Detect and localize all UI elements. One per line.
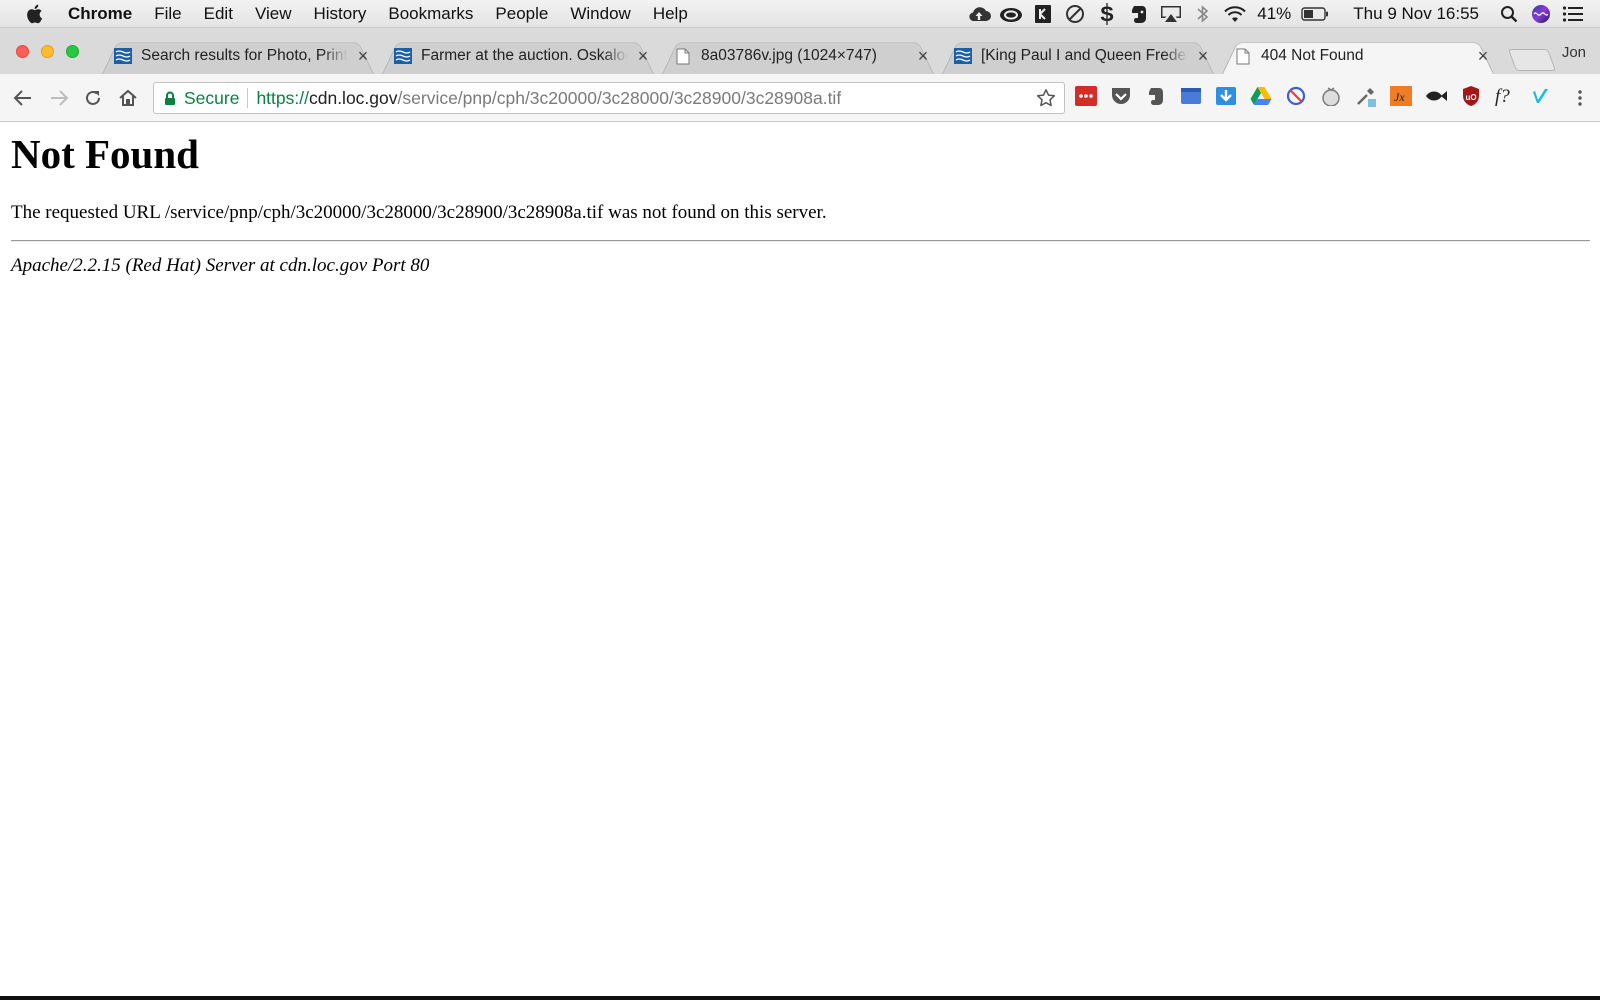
- menu-app-chrome[interactable]: Chrome: [68, 4, 143, 24]
- svg-text:f?: f?: [1495, 86, 1510, 107]
- vimeo-icon[interactable]: [1529, 84, 1553, 108]
- window-bottom-edge: [0, 996, 1600, 1000]
- pocket-icon[interactable]: [1109, 84, 1133, 108]
- wifi-icon[interactable]: [1222, 0, 1248, 28]
- s-icon[interactable]: S: [1094, 0, 1120, 28]
- page-content: Not Found The requested URL /service/pnp…: [0, 122, 1600, 996]
- page-icon: [1234, 47, 1252, 65]
- loc-flag-icon: [394, 47, 412, 65]
- tab-close-icon[interactable]: ×: [634, 46, 652, 67]
- tab-search-results[interactable]: Search results for Photo, Print ×: [96, 38, 380, 74]
- menu-help[interactable]: Help: [642, 4, 699, 24]
- tab-farmer-auction[interactable]: Farmer at the auction. Oskaloosa ×: [376, 38, 660, 74]
- evernote-icon[interactable]: [1126, 0, 1152, 28]
- tab-close-icon[interactable]: ×: [354, 46, 372, 67]
- ublock-icon[interactable]: uO: [1459, 84, 1483, 108]
- macos-menu-bar: Chrome File Edit View History Bookmarks …: [0, 0, 1600, 28]
- tab-king-paul[interactable]: [King Paul I and Queen Frederika ×: [936, 38, 1220, 74]
- menu-view[interactable]: View: [244, 4, 303, 24]
- extension-icons: Jx uO f?: [1074, 84, 1564, 108]
- notification-center-icon[interactable]: [1560, 0, 1586, 28]
- secure-label[interactable]: Secure: [184, 88, 247, 109]
- svg-text:uO: uO: [1466, 93, 1477, 102]
- menu-edit[interactable]: Edit: [193, 4, 244, 24]
- tab-title: Farmer at the auction. Oskaloosa: [421, 47, 628, 64]
- eyedropper-icon[interactable]: [1354, 84, 1378, 108]
- window-minimize-button[interactable]: [41, 45, 54, 58]
- tab-title: 8a03786v.jpg (1024×747): [701, 47, 877, 64]
- evernote-icon[interactable]: [1144, 84, 1168, 108]
- back-arrow-icon[interactable]: [10, 86, 36, 110]
- error-message: The requested URL /service/pnp/cph/3c200…: [11, 202, 827, 223]
- font-icon[interactable]: f?: [1494, 84, 1518, 108]
- block-icon[interactable]: [1284, 84, 1308, 108]
- url-text[interactable]: https://cdn.loc.gov/service/pnp/cph/3c20…: [256, 88, 841, 109]
- cloud-upload-icon[interactable]: [966, 0, 992, 28]
- jx-icon[interactable]: Jx: [1389, 84, 1413, 108]
- tab-title: 404 Not Found: [1261, 47, 1364, 64]
- omnibox-divider: [247, 88, 249, 108]
- window-maximize-button[interactable]: [66, 45, 79, 58]
- fish-icon[interactable]: [1424, 84, 1448, 108]
- google-drive-icon[interactable]: [1249, 84, 1273, 108]
- siri-icon[interactable]: [1528, 0, 1554, 28]
- battery-icon[interactable]: [1300, 0, 1330, 28]
- download-icon[interactable]: [1214, 84, 1238, 108]
- tab-close-icon[interactable]: ×: [1474, 46, 1492, 67]
- window-close-button[interactable]: [16, 45, 29, 58]
- tab-title: Search results for Photo, Print: [141, 47, 348, 64]
- menu-people[interactable]: People: [484, 4, 559, 24]
- tomato-icon[interactable]: [1319, 84, 1343, 108]
- url-path: /service/pnp/cph/3c20000/3c28000/3c28900…: [397, 87, 842, 108]
- bluetooth-icon[interactable]: [1190, 0, 1216, 28]
- chrome-menu-icon[interactable]: [1572, 86, 1588, 110]
- tab-jpg-image[interactable]: 8a03786v.jpg (1024×747) ×: [656, 38, 940, 74]
- loc-flag-icon: [114, 47, 132, 65]
- window-controls: [16, 45, 91, 58]
- apple-menu-icon[interactable]: [0, 4, 68, 24]
- tab-404-not-found[interactable]: 404 Not Found ×: [1216, 38, 1500, 74]
- battery-percent: 41%: [1257, 3, 1292, 23]
- box-icon[interactable]: [1030, 0, 1056, 28]
- loc-flag-icon: [954, 47, 972, 65]
- forward-arrow-icon[interactable]: [46, 86, 72, 110]
- server-signature: Apache/2.2.15 (Red Hat) Server at cdn.lo…: [11, 255, 430, 276]
- menu-history[interactable]: History: [302, 4, 377, 24]
- creative-cloud-icon[interactable]: [998, 0, 1024, 28]
- tab-close-icon[interactable]: ×: [1194, 46, 1212, 67]
- url-scheme: https://: [256, 87, 309, 108]
- bookmark-star-icon[interactable]: [1036, 88, 1056, 108]
- airplay-icon[interactable]: [1158, 0, 1184, 28]
- home-icon[interactable]: [115, 86, 141, 110]
- menubar-clock[interactable]: Thu 9 Nov 16:55: [1333, 4, 1493, 24]
- profile-name[interactable]: Jon: [1562, 44, 1586, 61]
- url-host: cdn.loc.gov: [308, 87, 398, 108]
- window-icon[interactable]: [1179, 84, 1203, 108]
- blocked-circle-icon[interactable]: [1062, 0, 1088, 28]
- lastpass-icon[interactable]: [1074, 84, 1098, 108]
- browser-toolbar: Secure https://cdn.loc.gov/service/pnp/c…: [0, 74, 1600, 122]
- new-tab-button[interactable]: [1507, 49, 1557, 71]
- lock-icon[interactable]: [164, 91, 176, 106]
- menu-file[interactable]: File: [143, 4, 192, 24]
- tab-strip: Search results for Photo, Print × Farmer…: [0, 28, 1600, 74]
- menu-window[interactable]: Window: [559, 4, 641, 24]
- tab-close-icon[interactable]: ×: [914, 46, 932, 67]
- svg-text:Jx: Jx: [1394, 90, 1405, 104]
- page-heading: Not Found: [11, 131, 199, 177]
- divider: [11, 240, 1590, 242]
- reload-icon[interactable]: [80, 86, 106, 110]
- spotlight-search-icon[interactable]: [1496, 0, 1522, 28]
- tab-title: [King Paul I and Queen Frederika: [981, 47, 1188, 64]
- menu-bookmarks[interactable]: Bookmarks: [377, 4, 484, 24]
- page-icon: [674, 47, 692, 65]
- address-bar[interactable]: Secure https://cdn.loc.gov/service/pnp/c…: [153, 82, 1065, 114]
